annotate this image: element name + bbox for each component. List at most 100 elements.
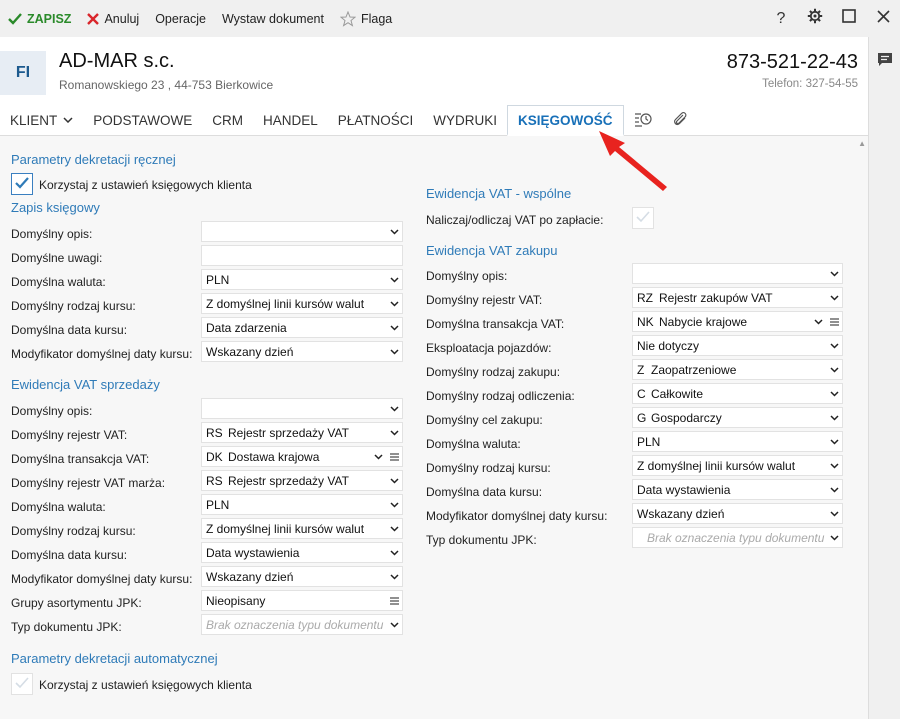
sales-rate-date-modifier-select[interactable]: Wskazany dzień <box>201 566 403 587</box>
sales-label: Domyślny rodzaj kursu: <box>11 524 136 538</box>
close-icon <box>876 9 890 28</box>
maximize-button[interactable] <box>832 0 866 37</box>
toolbar: ZAPISZ Anuluj Operacje Wystaw dokument F… <box>0 0 900 37</box>
company-name: AD-MAR s.c. <box>59 50 175 72</box>
chevron-down-icon <box>826 390 842 397</box>
operations-button[interactable]: Operacje <box>155 0 206 37</box>
field-value: Nie dotyczy <box>637 338 700 353</box>
purchase-rate-date-modifier-select[interactable]: Wskazany dzień <box>632 503 843 524</box>
sales-rate-type-select[interactable]: Z domyślnej linii kursów walut <box>201 518 403 539</box>
sales-rate-date-select[interactable]: Data wystawienia <box>201 542 403 563</box>
sales-vat-title: Ewidencja VAT sprzedaży <box>11 377 160 392</box>
field-code: G <box>637 410 647 425</box>
comment-icon[interactable] <box>877 52 893 70</box>
journal-entry-title: Zapis księgowy <box>11 200 100 215</box>
tab-klient[interactable]: KLIENT <box>0 105 83 135</box>
purchase-label: Domyślny rejestr VAT: <box>426 293 543 307</box>
journal-label: Domyślna waluta: <box>11 275 106 289</box>
field-text: Rejestr sprzedaży VAT <box>228 473 349 488</box>
auto-use-client-settings-checkbox[interactable] <box>11 673 33 695</box>
sales-label: Domyślna transakcja VAT: <box>11 452 150 466</box>
journal-rate-date-modifier-select[interactable]: Wskazany dzień <box>201 341 403 362</box>
purchase-vat-register-select[interactable]: RZ Rejestr zakupów VAT <box>632 287 843 308</box>
manual-use-client-settings-checkbox[interactable] <box>11 173 33 195</box>
avatar: FI <box>0 51 46 95</box>
tab-crm[interactable]: CRM <box>202 105 253 135</box>
chevron-down-icon <box>826 462 842 469</box>
sales-description-select[interactable] <box>201 398 403 419</box>
save-label: ZAPISZ <box>27 11 72 26</box>
chevron-down-icon <box>386 525 402 532</box>
purchase-label: Domyślna transakcja VAT: <box>426 317 565 331</box>
secondary-phone: Telefon: 327-54-55 <box>762 78 858 90</box>
cancel-button[interactable]: Anuluj <box>87 0 139 37</box>
chevron-down-icon <box>826 366 842 373</box>
purchase-rate-type-select[interactable]: Z domyślnej linii kursów walut <box>632 455 843 476</box>
purchase-jpk-document-type-select[interactable]: Brak oznaczenia typu dokumentu <box>632 527 843 548</box>
field-text: Gospodarczy <box>651 410 722 425</box>
purchase-currency-select[interactable]: PLN <box>632 431 843 452</box>
field-value: Wskazany dzień <box>206 344 294 359</box>
sales-currency-select[interactable]: PLN <box>201 494 403 515</box>
purchase-vat-transaction-select[interactable]: NK Nabycie krajowe <box>632 311 843 332</box>
sales-jpk-document-type-select[interactable]: Brak oznaczenia typu dokumentu <box>201 614 403 635</box>
tab-platnosci[interactable]: PŁATNOŚCI <box>328 105 424 135</box>
vat-on-payment-checkbox[interactable] <box>632 207 654 229</box>
settings-button[interactable] <box>798 0 832 37</box>
menu-icon[interactable] <box>386 452 402 461</box>
field-code: Z <box>637 362 645 377</box>
field-value: Z domyślnej linii kursów walut <box>637 458 796 473</box>
auto-use-client-settings-label: Korzystaj z ustawień księgowych klienta <box>39 678 252 692</box>
company-address: Romanowskiego 23 , 44-753 Bierkowice <box>59 78 274 92</box>
star-icon <box>339 10 356 27</box>
purchase-label: Domyślna data kursu: <box>426 485 543 499</box>
cancel-label: Anuluj <box>104 11 140 26</box>
field-text: Zaopatrzeniowe <box>651 362 737 377</box>
field-text: Nabycie krajowe <box>659 314 748 329</box>
sales-label: Domyślna waluta: <box>11 500 106 514</box>
chevron-down-icon <box>386 348 402 355</box>
chevron-down-icon <box>810 318 826 325</box>
journal-rate-date-select[interactable]: Data zdarzenia <box>201 317 403 338</box>
chevron-down-icon <box>386 573 402 580</box>
field-value: RS Rejestr sprzedaży VAT <box>206 426 386 440</box>
purchase-deduction-type-select[interactable]: C Całkowite <box>632 383 843 404</box>
chevron-down-icon <box>386 549 402 556</box>
menu-icon[interactable] <box>826 317 842 326</box>
sales-vat-register-select[interactable]: RS Rejestr sprzedaży VAT <box>201 422 403 443</box>
window-controls: ? <box>764 0 900 37</box>
tab-bar: KLIENT PODSTAWOWE CRM HANDEL PŁATNOŚCI W… <box>0 105 868 136</box>
save-button[interactable]: ZAPISZ <box>8 0 71 37</box>
help-button[interactable]: ? <box>764 0 798 37</box>
purchase-description-select[interactable] <box>632 263 843 284</box>
sales-label: Modyfikator domyślnej daty kursu: <box>11 572 193 586</box>
menu-icon[interactable] <box>386 596 402 605</box>
purchase-rate-date-select[interactable]: Data wystawienia <box>632 479 843 500</box>
flag-button[interactable]: Flaga <box>339 0 392 37</box>
purchase-vehicle-operation-select[interactable]: Nie dotyczy <box>632 335 843 356</box>
journal-currency-select[interactable]: PLN <box>201 269 403 290</box>
issue-document-button[interactable]: Wystaw dokument <box>222 0 324 37</box>
field-code: RZ <box>637 290 653 305</box>
field-value: RS Rejestr sprzedaży VAT <box>206 474 386 488</box>
journal-rate-type-select[interactable]: Z domyślnej linii kursów walut <box>201 293 403 314</box>
tab-handel[interactable]: HANDEL <box>253 105 328 135</box>
field-value: Z Zaopatrzeniowe <box>637 363 826 377</box>
journal-default-description-select[interactable] <box>201 221 403 242</box>
tab-podstawowe[interactable]: PODSTAWOWE <box>83 105 202 135</box>
sales-vat-transaction-select[interactable]: DK Dostawa krajowa <box>201 446 403 467</box>
scroll-up-icon[interactable]: ▲ <box>858 139 866 148</box>
accounting-panel: ▲ Parametry dekretacji ręcznej Korzystaj… <box>0 136 868 719</box>
chevron-down-icon <box>386 405 402 412</box>
close-button[interactable] <box>866 0 900 37</box>
purchase-purpose-select[interactable]: G Gospodarczy <box>632 407 843 428</box>
sales-jpk-groups-select[interactable]: Nieopisany <box>201 590 403 611</box>
tab-wydruki[interactable]: WYDRUKI <box>423 105 507 135</box>
field-value: DK Dostawa krajowa <box>206 450 370 464</box>
chevron-down-icon <box>826 438 842 445</box>
purchase-label: Domyślny rodzaj odliczenia: <box>426 389 575 403</box>
journal-default-notes-input[interactable] <box>201 245 403 266</box>
journal-label: Domyślna data kursu: <box>11 323 128 337</box>
sales-margin-vat-register-select[interactable]: RS Rejestr sprzedaży VAT <box>201 470 403 491</box>
purchase-type-select[interactable]: Z Zaopatrzeniowe <box>632 359 843 380</box>
